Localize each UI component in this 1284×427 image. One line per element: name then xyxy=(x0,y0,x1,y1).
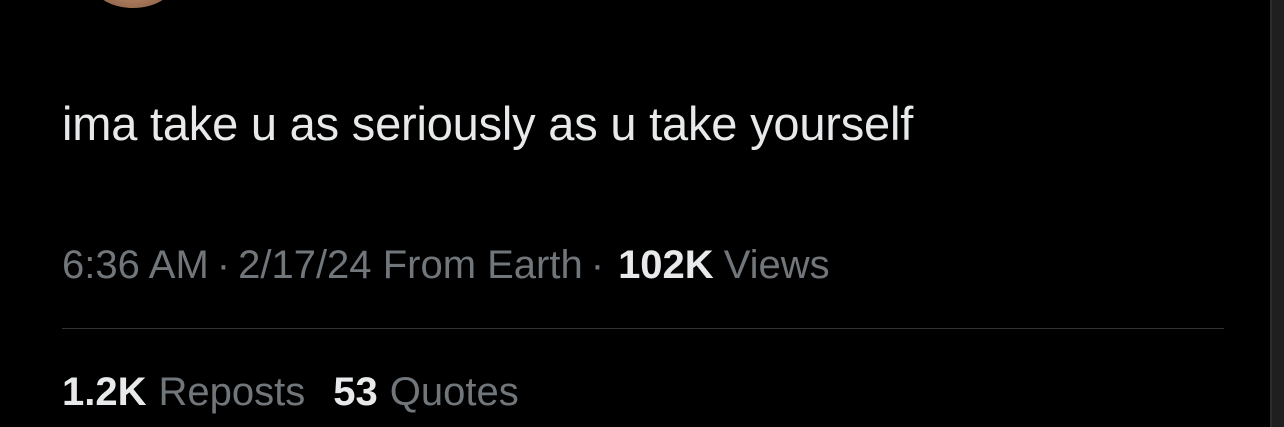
tweet-text: ima take u as seriously as u take yourse… xyxy=(62,97,914,150)
reposts-link[interactable]: 1.2K Reposts xyxy=(62,366,305,418)
reposts-label: Reposts xyxy=(158,370,306,414)
views-count: 102K xyxy=(618,243,714,287)
avatar[interactable] xyxy=(92,0,174,8)
scrollbar[interactable] xyxy=(1272,0,1284,427)
tweet-source: From Earth xyxy=(382,243,583,287)
tweet-detail: ima take u as seriously as u take yourse… xyxy=(0,0,1284,427)
quotes-link[interactable]: 53 Quotes xyxy=(333,366,518,418)
meta-separator: · xyxy=(590,243,605,287)
tweet-date[interactable]: 2/17/24 xyxy=(238,243,371,287)
meta-separator: · xyxy=(216,243,231,287)
engagement-stats: 1.2K Reposts 53 Quotes xyxy=(62,366,519,418)
tweet-meta: 6:36 AM · 2/17/24 From Earth · 102K Views xyxy=(62,240,830,290)
views-label: Views xyxy=(723,243,830,287)
quotes-label: Quotes xyxy=(389,370,519,414)
reposts-count: 1.2K xyxy=(62,370,147,414)
tweet-time[interactable]: 6:36 AM xyxy=(62,243,209,287)
divider xyxy=(62,328,1224,329)
quotes-count: 53 xyxy=(333,370,378,414)
